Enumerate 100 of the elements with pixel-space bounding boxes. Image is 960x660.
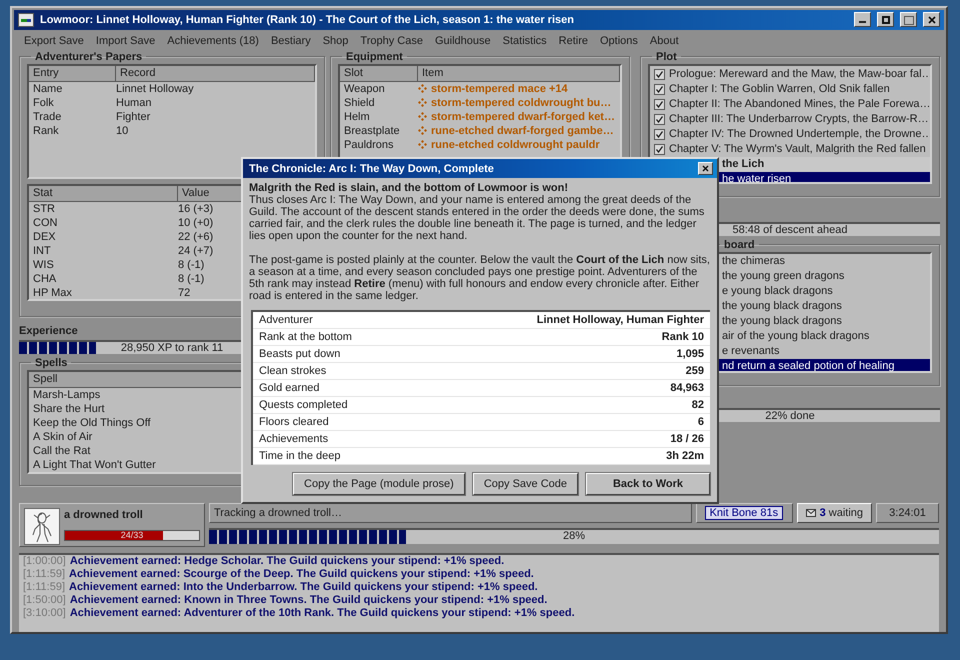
column-header[interactable]: Item bbox=[418, 66, 620, 82]
menu-item[interactable]: Import Save bbox=[90, 34, 162, 48]
menu-item[interactable]: Statistics bbox=[498, 34, 554, 48]
list-item: Marsh-Lamps bbox=[33, 388, 100, 402]
table-cell-text: Name bbox=[33, 82, 64, 96]
minimize-button[interactable] bbox=[854, 12, 871, 28]
dialog-headline: Malgrith the Red is slain, and the bottom of Lowmoor is won! bbox=[249, 182, 569, 194]
status-field: Tracking a drowned troll… bbox=[209, 503, 692, 524]
log-timestamp: [1:11:59] bbox=[23, 568, 65, 582]
menu-item[interactable]: Trophy Case bbox=[355, 34, 430, 48]
menu-item[interactable]: Guildhouse bbox=[430, 34, 498, 48]
row-label: Quests completed bbox=[259, 398, 348, 412]
log-timestamp: [3:10:00] bbox=[23, 607, 66, 620]
dialog-button[interactable]: Back to Work bbox=[586, 473, 710, 495]
table-cell-text: Weapon bbox=[344, 82, 386, 96]
column-header[interactable]: Slot bbox=[340, 66, 418, 82]
diamond-icon bbox=[418, 98, 427, 108]
table-cell-text: Breastplate bbox=[344, 124, 401, 138]
log-message: Achievement earned: Hedge Scholar. The Guild quickens your stipend: +1% speed. bbox=[70, 555, 504, 568]
table-cell-text: Rank bbox=[33, 124, 60, 138]
menu-item[interactable]: Export Save bbox=[19, 34, 91, 48]
list-item: Keep the Old Things Off bbox=[33, 416, 151, 430]
table-cell: Fighter bbox=[116, 110, 150, 124]
table-cell-text: Trade bbox=[33, 110, 62, 124]
effect-indicator: Knit Bone 81s bbox=[704, 506, 784, 520]
log-message: Achievement earned: Adventurer of the 10th Rank. The Guild quickens your stipend: +1% speed. bbox=[70, 607, 575, 620]
column-header[interactable]: Entry bbox=[29, 66, 116, 82]
group-title: Spells bbox=[34, 356, 68, 370]
table-cell-text: HP Max bbox=[33, 286, 73, 299]
item-name: storm-tempered mace +14 bbox=[431, 82, 568, 96]
table-cell: Human bbox=[116, 96, 152, 110]
row-value: 18 / 26 bbox=[670, 432, 704, 446]
menu-item[interactable]: About bbox=[644, 34, 686, 48]
item-text: Chapter I: The Goblin Warren, Old Snik fallen bbox=[669, 82, 890, 97]
item-name: storm-tempered dwarf-forged ket… bbox=[431, 110, 615, 124]
item-name: rune-etched dwarf-forged gambe… bbox=[431, 124, 614, 138]
list-item[interactable]: Chapter I: The Goblin Warren, Old Snik fallen bbox=[650, 82, 930, 97]
menu-item[interactable]: Shop bbox=[318, 34, 356, 48]
clock-text: 3:24:01 bbox=[876, 503, 939, 524]
progress-text: 28,950 XP to rank 11 bbox=[120, 342, 224, 354]
table-cell-text: INT bbox=[33, 244, 52, 258]
table-cell-text: CHA bbox=[33, 272, 58, 286]
log-timestamp: [1:00:00] bbox=[23, 555, 66, 568]
table-cell-text: Shield bbox=[344, 96, 376, 110]
restore-button[interactable] bbox=[877, 12, 894, 28]
group-title: Plot bbox=[655, 50, 678, 64]
row-label: Adventurer bbox=[259, 313, 313, 327]
column-header[interactable]: Stat bbox=[29, 186, 178, 202]
bar-text: 22% done bbox=[765, 410, 815, 422]
menu-item[interactable]: Options bbox=[594, 34, 645, 48]
row-label: Time in the deep bbox=[259, 449, 341, 463]
window-title: Lowmoor: Linnet Holloway, Human Fighter (Rank 10) - The Court of the Lich, season 1: the water risen bbox=[40, 12, 575, 27]
item-text: he water risen bbox=[722, 172, 792, 182]
diamond-icon bbox=[418, 126, 427, 136]
envelope-icon bbox=[806, 509, 816, 518]
close-button[interactable] bbox=[923, 12, 940, 28]
messages-button[interactable]: 3 waiting bbox=[796, 503, 872, 524]
menu-item[interactable]: Retire bbox=[554, 34, 595, 48]
row-value: 3h 22m bbox=[666, 449, 704, 463]
log-message: Achievement earned: Into the Underbarrow. The Guild quickens your stipend: +1% speed. bbox=[69, 581, 538, 594]
maximize-button[interactable] bbox=[900, 12, 917, 28]
table-cell: 8 (-1) bbox=[178, 258, 204, 272]
table-cell-text: DEX bbox=[33, 230, 57, 244]
item-text: the Lich bbox=[722, 156, 764, 172]
list-item: Share the Hurt bbox=[33, 402, 105, 416]
table-cell-text: Pauldrons bbox=[344, 138, 395, 152]
diamond-icon bbox=[418, 112, 427, 122]
table-cell: 8 (-1) bbox=[178, 272, 204, 286]
close-button[interactable] bbox=[698, 162, 713, 175]
maximize-icon bbox=[902, 14, 916, 26]
progress-text: 28% bbox=[562, 530, 586, 542]
table-cell-text: STR bbox=[33, 202, 56, 216]
row-value: 84,963 bbox=[670, 381, 704, 395]
table-cell: Linnet Holloway bbox=[116, 82, 194, 96]
table-cell: 22 (+6) bbox=[178, 230, 214, 244]
item-name: rune-etched coldwrought pauldr bbox=[431, 138, 600, 152]
table-cell: 10 (+0) bbox=[178, 216, 214, 230]
row-label: Rank at the bottom bbox=[259, 330, 352, 344]
log-timestamp: [1:50:00] bbox=[23, 594, 66, 608]
menu-item[interactable]: Bestiary bbox=[266, 34, 318, 48]
dialog-paragraph: Thus closes Arc I: The Way Down, and your name is entered among the great deeds of the Guild. The account of the descent stands entered in the order the deeds were done, the sums carried fair, and the clerk rules the double line beneath it. The page is turned, and the ledger lies open upon the counter for the next hand. bbox=[249, 194, 706, 242]
row-label: Achievements bbox=[259, 432, 328, 446]
column-header[interactable]: Record bbox=[116, 66, 315, 82]
monster-name: a drowned troll bbox=[64, 508, 144, 522]
row-value: 82 bbox=[692, 398, 704, 412]
row-value: 1,095 bbox=[676, 347, 704, 361]
table-cell: 16 (+3) bbox=[178, 202, 214, 216]
section-label: Experience bbox=[19, 324, 78, 337]
menu-item[interactable]: Achievements (18) bbox=[162, 34, 266, 48]
dialog-button[interactable]: Copy the Page (module prose) bbox=[293, 473, 465, 495]
bar-text: 58:48 of descent ahead bbox=[732, 224, 848, 236]
table-cell-text: CON bbox=[33, 216, 58, 230]
log-message: Achievement earned: Scourge of the Deep. The Guild quickens your stipend: +1% speed. bbox=[69, 568, 534, 582]
row-value: Rank 10 bbox=[662, 330, 704, 344]
group-title: board bbox=[723, 238, 756, 252]
dialog-button[interactable]: Copy Save Code bbox=[472, 473, 578, 495]
troll-drawing bbox=[24, 508, 60, 546]
minimize-icon bbox=[859, 21, 866, 24]
table-cell-text: WIS bbox=[33, 258, 55, 272]
list-item: A Light That Won't Gutter bbox=[33, 458, 156, 472]
